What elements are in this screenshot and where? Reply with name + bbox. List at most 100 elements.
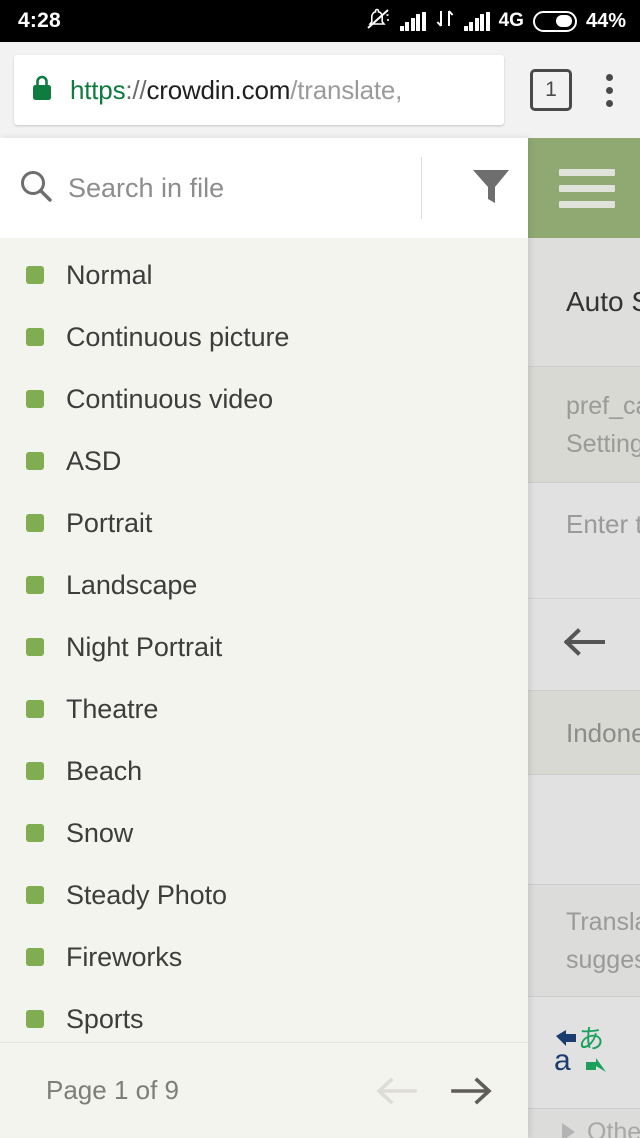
list-item[interactable]: Snow [0,802,528,864]
url-separator: :// [125,74,147,105]
pagination-bar: Page 1 of 9 [0,1042,528,1138]
translation-area[interactable] [528,774,640,884]
dot [605,73,613,81]
signal-bars-icon [463,11,490,31]
list-item[interactable]: Portrait [0,492,528,554]
caret-right-icon [562,1122,575,1138]
data-transfer-icon [435,8,455,34]
hamburger-line [559,168,615,176]
translation-input-row[interactable]: Enter t [528,482,640,598]
file-list-scroll[interactable]: Normal Continuous picture Continuous vid… [0,238,528,1042]
browser-toolbar: https://crowdin.com/translate, 1 [0,42,640,138]
list-item-label: ASD [66,445,122,476]
other-section-label: Othe [587,1117,640,1138]
editor-panel: Auto S pref_ca Setting Enter t Indone Tr… [528,138,640,1138]
status-badge [26,266,44,284]
status-bar: 4:28 4G 44% [0,0,640,42]
status-clock: 4:28 [18,9,61,32]
battery-icon [532,10,577,32]
arrow-right-icon [451,1076,492,1105]
lock-icon [30,73,54,108]
status-badge [26,762,44,780]
suggestions-line2: suggest [566,945,640,974]
list-item[interactable]: Continuous video [0,368,528,430]
list-item[interactable]: Continuous picture [0,306,528,368]
list-item[interactable]: Landscape [0,554,528,616]
editor-header [528,138,640,238]
status-badge [26,1010,44,1028]
target-language-text: Indone [566,717,640,748]
machine-translation-row[interactable]: a あ [528,996,640,1108]
context-value-text: Setting [566,429,640,458]
list-item[interactable]: Theatre [0,678,528,740]
list-item-label: Landscape [66,569,198,600]
list-item-label: Snow [66,817,134,848]
search-divider [421,157,422,219]
status-badge [26,824,44,842]
target-language-row[interactable]: Indone [528,690,640,774]
hamburger-line [559,200,615,208]
hamburger-line [559,184,615,192]
status-badge [26,390,44,408]
source-string-row[interactable]: Auto S [528,238,640,366]
hamburger-icon[interactable] [559,168,615,208]
status-badge [26,948,44,966]
other-section-row[interactable]: Othe [528,1108,640,1138]
url-path: /translate, [290,74,403,105]
tab-counter-button[interactable]: 1 [530,69,572,111]
status-badge [26,576,44,594]
back-button[interactable] [528,598,640,690]
battery-percent-label: 44% [585,9,626,32]
list-item[interactable]: Night Portrait [0,616,528,678]
search-icon [18,168,54,209]
source-string-text: Auto S [566,286,640,317]
suggestions-header: Transla suggest [528,884,640,996]
status-badge [26,452,44,470]
list-item[interactable]: Beach [0,740,528,802]
prev-page-button[interactable] [374,1068,420,1114]
list-item-label: Continuous picture [66,321,290,352]
status-badge [26,886,44,904]
list-item-label: Theatre [66,693,159,724]
url-text: https://crowdin.com/translate, [70,75,402,106]
status-badge [26,700,44,718]
list-item-label: Continuous video [66,383,274,414]
page-content: Auto S pref_ca Setting Enter t Indone Tr… [0,138,640,1138]
list-item[interactable]: ASD [0,430,528,492]
list-item[interactable]: Normal [0,244,528,306]
translation-placeholder-text: Enter t [566,509,640,539]
url-host: crowdin.com [146,74,291,105]
list-item-label: Fireworks [66,941,183,972]
three-dots-icon[interactable] [594,67,624,113]
status-icons: 4G 44% [365,7,626,36]
pagination-label: Page 1 of 9 [46,1075,179,1105]
address-bar[interactable]: https://crowdin.com/translate, [14,55,504,125]
dot [605,86,613,94]
dot [605,99,613,107]
list-item-label: Beach [66,755,143,786]
status-badge [26,638,44,656]
search-input[interactable] [68,172,415,204]
svg-text:a: a [554,1044,571,1077]
context-key-text: pref_ca [566,391,640,420]
next-page-button[interactable] [448,1068,494,1114]
list-item[interactable]: Sports [0,988,528,1042]
bell-muted-icon [365,7,391,36]
network-type-label: 4G [498,10,524,31]
list-item[interactable]: Fireworks [0,926,528,988]
search-bar [0,138,528,238]
file-list-panel: Normal Continuous picture Continuous vid… [0,138,528,1138]
arrow-left-icon [561,625,607,664]
list-item-label: Steady Photo [66,879,227,910]
suggestions-line1: Transla [566,907,640,936]
list-item-label: Portrait [66,507,153,538]
status-badge [26,328,44,346]
context-row: pref_ca Setting [528,366,640,482]
status-badge [26,514,44,532]
signal-bars-icon [399,11,426,31]
filter-button[interactable] [454,164,528,213]
list-item-label: Normal [66,259,153,290]
list-item-label: Night Portrait [66,631,223,662]
list-item[interactable]: Steady Photo [0,864,528,926]
arrow-left-icon [376,1076,417,1105]
